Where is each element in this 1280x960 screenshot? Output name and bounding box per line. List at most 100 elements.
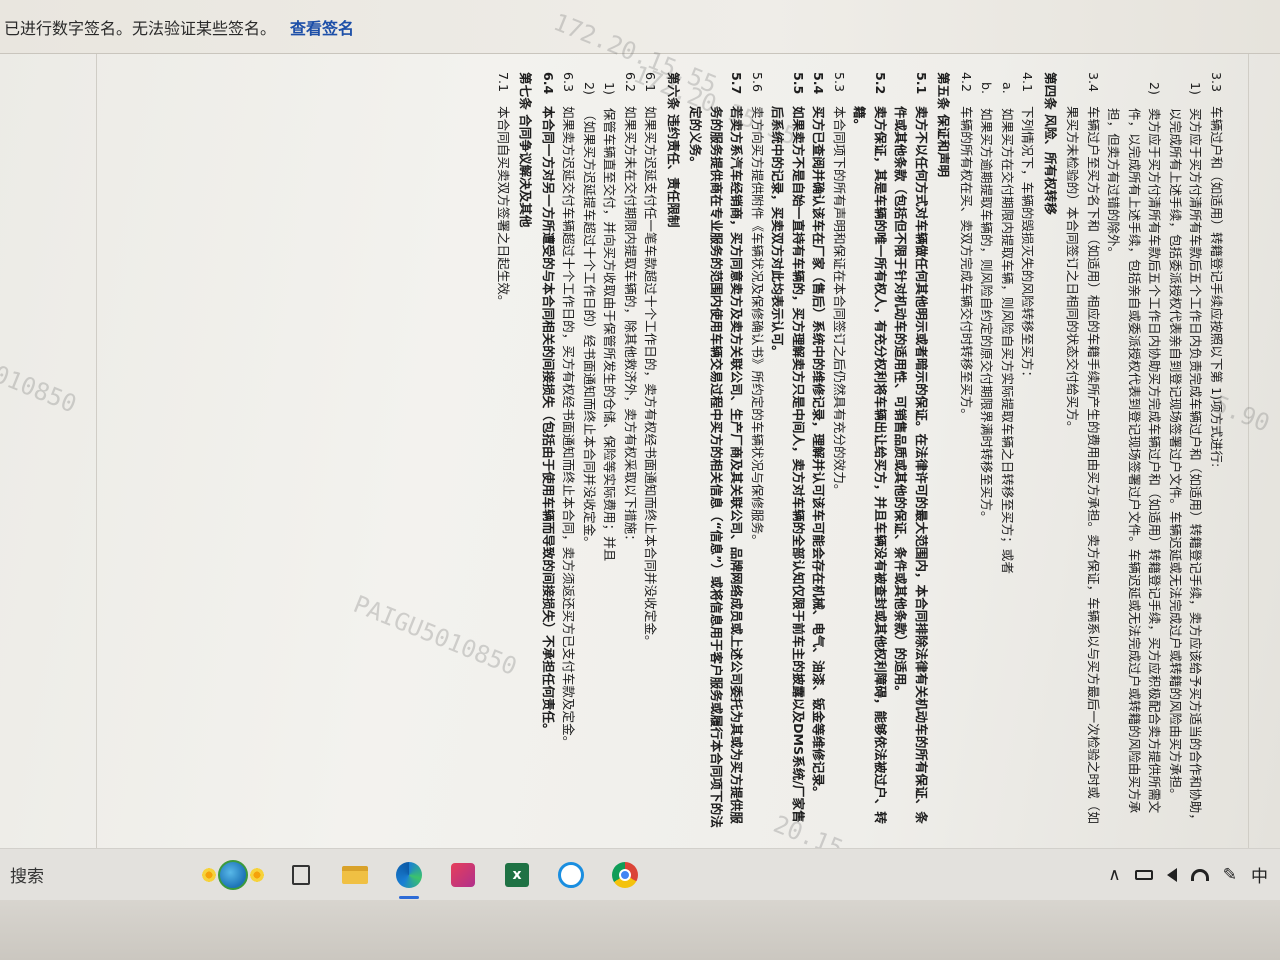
clause-text: 卖方保证，其是车辆的唯一所有权人，有充分权利将车辆出让给买方，并且车辆没有被查封… — [852, 106, 889, 824]
task-view-button[interactable] — [274, 849, 328, 901]
clause-text: 若卖方系汽车经销商，买方同意卖方及卖方关联公司、生产厂商及其关联公司、品牌网络成… — [688, 106, 745, 828]
chrome-icon — [612, 861, 638, 888]
monitor-bezel — [0, 900, 1280, 960]
clause-number: 4.2 — [959, 72, 974, 93]
excel-icon: x — [505, 862, 529, 887]
clause-number: b. — [979, 82, 995, 94]
page-left-edge — [96, 54, 97, 850]
clause: 5.7 若卖方系汽车经销商，买方同意卖方及卖方关联公司、生产厂商及其关联公司、品牌… — [685, 72, 747, 832]
battery-icon[interactable] — [1134, 869, 1153, 880]
snipping-tool-button[interactable] — [436, 849, 490, 901]
clause-text: 下列情况下，车辆的毁损灭失的风险转移至买方： — [1020, 106, 1036, 384]
system-tray: ∧ ✎ 中 — [1108, 862, 1280, 888]
clause: 5.4 买方已查阅并确认该车在厂家（售后）系统中的维修记录，理解并认可该车可能会存… — [808, 72, 829, 832]
clause-text: 如果卖方不是自始一直持有车辆的，买方理解卖方只是中间人，卖方对车辆的全部认知仅限… — [770, 106, 807, 823]
clause-number: 5.3 — [832, 72, 847, 93]
clause: 5.1 卖方不以任何方式对车辆做任何其他明示或者暗示的保证。在法律许可的最大范围内… — [890, 72, 931, 832]
clause: 4.2 车辆的所有权在买、卖双方完成车辆交付时转移至买方。 — [956, 72, 977, 832]
clause-number: 5.4 — [811, 72, 827, 95]
watermark: 010850 — [0, 360, 81, 419]
clause: 3.3 车辆过户和（如适用）转籍登记手续应按照以下第 1)项方式进行: — [1206, 72, 1227, 832]
clause: b. 如果买方逾期提取车辆的，则风险自约定的原交付期限界满时转移至买方。 — [976, 72, 997, 832]
section-heading: 第五条 保证和声明 — [936, 72, 952, 178]
clause-number: 5.5 — [791, 72, 806, 95]
clause-number: 5.1 — [914, 72, 929, 95]
clause-text: 保管车辆直至交付，并向买方收取由于保管所发生的仓储、保险等实际费用；并且 — [602, 108, 618, 562]
edge-button[interactable] — [382, 849, 436, 901]
screen: 已进行数字签名。无法验证某些签名。 查看签名 3.3 车辆过户和（如适用）转籍登记… — [0, 0, 1280, 850]
signature-message: 已进行数字签名。无法验证某些签名。 — [4, 18, 277, 38]
document-page: 3.3 车辆过户和（如适用）转籍登记手续应按照以下第 1)项方式进行: 1) 买方应于… — [110, 62, 1230, 842]
clause: 4.1 下列情况下，车辆的毁损灭失的风险转移至买方： — [1017, 72, 1038, 832]
document-viewport[interactable]: 3.3 车辆过户和（如适用）转籍登记手续应按照以下第 1)项方式进行: 1) 买方应于… — [110, 62, 1230, 842]
clause-text: 买方应于买方付清所有车款后五个工作日内负责完成车辆过户和（如适用）转籍登记手续，… — [1168, 108, 1204, 826]
clause: 5.5 如果卖方不是自始一直持有车辆的，买方理解卖方只是中间人，卖方对车辆的全部认… — [767, 72, 808, 832]
clause-number: 2) — [582, 82, 597, 95]
clause: 2) 卖方应于买方付清所有车款后五个工作日内协助买方完成车辆过户和（如适用）转籍登… — [1103, 72, 1165, 832]
search-highlight-icon[interactable] — [192, 855, 274, 895]
folder-icon — [342, 865, 368, 884]
taskbar: 搜索 x ∧ ✎ 中 — [0, 848, 1280, 900]
clause: 6.1 如果买方迟延支付任一笔车款超过十个工作日的，卖方有权经书面通知而终止本合同… — [640, 72, 661, 832]
clause-number: 5.2 — [873, 72, 888, 95]
task-view-icon — [292, 864, 310, 885]
clause-number: 4.1 — [1020, 72, 1036, 93]
clause-text: 卖方不以任何方式对车辆做任何其他明示或者暗示的保证。在法律许可的最大范围内，本合… — [893, 106, 930, 824]
clause: 7.1 本合同自买卖双方签署之日起生效。 — [493, 72, 514, 832]
clause-number: 5.6 — [750, 72, 765, 93]
section-heading: 第六条 违约责任、责任限制 — [666, 72, 681, 228]
clause-text: 本合同项下的所有声明和保证在本合同签订之后仍然具有充分的效力。 — [832, 106, 847, 497]
excel-button[interactable]: x — [490, 849, 544, 901]
clause: 5.3 本合同项下的所有声明和保证在本合同签订之后仍然具有充分的效力。 — [829, 72, 850, 832]
speaker-icon[interactable] — [1166, 867, 1177, 882]
clause-text: 卖方应于买方付清所有车款后五个工作日内协助买方完成车辆过户和（如适用）转籍登记手… — [1106, 108, 1163, 814]
clause-text: 车辆过户至买方名下和（如适用）相应的车籍手续所产生的费用由买方承担。卖方保证，车… — [1065, 106, 1102, 824]
clause-number: a. — [1000, 82, 1015, 94]
clause-number: 3.3 — [1209, 72, 1224, 93]
clause: a. 如果买方在交付期限内提取车辆，则风险自买方实际提取车辆之日转移至买方；或者 — [997, 72, 1018, 832]
pen-icon[interactable]: ✎ — [1223, 865, 1237, 885]
clause: 3.4 车辆过户至买方名下和（如适用）相应的车籍手续所产生的费用由买方承担。卖方保… — [1062, 72, 1103, 832]
clause: 5.6 卖方向买方提供附件《车辆状况及保修确认书》所约定的车辆状况与保修服务。 — [747, 72, 768, 832]
clause-text: 如果买方未在交付期限内提取车辆的，除其他救济外，卖方有权采取以下措施： — [623, 106, 638, 547]
clause-text: 买方已查阅并确认该车在厂家（售后）系统中的维修记录，理解并认可该车可能会存在机械… — [811, 106, 827, 799]
clause-number: 3.4 — [1086, 72, 1101, 93]
taskbar-search[interactable]: 搜索 — [0, 849, 190, 901]
search-label: 搜索 — [10, 867, 44, 887]
globe-icon — [218, 859, 248, 890]
clause-number: 1) — [1188, 82, 1204, 95]
qq-icon — [558, 861, 584, 888]
clause: 2) （如果买方迟延提车超过十个工作日的）经书面通知而终止本合同并没收定金。 — [579, 72, 600, 832]
clause-text: 如果买方逾期提取车辆的，则风险自约定的原交付期限界满时转移至买方。 — [979, 108, 995, 524]
wifi-icon[interactable] — [1190, 868, 1209, 881]
view-signature-link[interactable]: 查看签名 — [290, 15, 354, 39]
scissors-icon — [451, 862, 475, 887]
show-hidden-icons-chevron-icon[interactable]: ∧ — [1108, 865, 1120, 885]
clause-number: 1) — [602, 82, 618, 95]
page-right-edge — [1248, 54, 1249, 850]
clause: 6.3 如果卖方迟延交付车辆超过十个工作日的，买方有权经书面通知而终止本合同，卖方… — [558, 72, 579, 832]
edge-icon — [396, 861, 422, 888]
clause: 1) 买方应于买方付清所有车款后五个工作日内负责完成车辆过户和（如适用）转籍登记手… — [1165, 72, 1206, 832]
clause: 1) 保管车辆直至交付，并向买方收取由于保管所发生的仓储、保险等实际费用；并且 — [599, 72, 620, 832]
clause-text: 如果卖方迟延交付车辆超过十个工作日的，买方有权经书面通知而终止本合同，卖方须返还… — [561, 106, 577, 749]
clause: 6.2 如果买方未在交付期限内提取车辆的，除其他救济外，卖方有权采取以下措施： — [620, 72, 641, 832]
clause-text: 车辆的所有权在买、卖双方完成车辆交付时转移至买方。 — [959, 106, 974, 421]
section-heading: 第四条 风险、所有权转移 — [1043, 72, 1058, 215]
input-method-indicator[interactable]: 中 — [1251, 862, 1268, 887]
chrome-button[interactable] — [598, 849, 652, 901]
flower-icon — [249, 866, 265, 883]
clause-number: 2) — [1147, 82, 1163, 95]
clause-text: （如果买方迟延提车超过十个工作日的）经书面通知而终止本合同并没收定金。 — [582, 108, 597, 549]
file-explorer-button[interactable] — [328, 849, 382, 901]
clause: 6.4 本合同一方对另一方所遭受的与本合同相关的间接损失（包括由于使用车辆而导致的… — [538, 72, 559, 832]
clause-text: 车辆过户和（如适用）转籍登记手续应按照以下第 1)项方式进行: — [1209, 106, 1224, 468]
clause-text: 本合同自买卖双方签署之日起生效。 — [496, 106, 511, 308]
section-heading: 第七条 合同争议解决及其他 — [518, 72, 534, 228]
clause-text: 如果买方在交付期限内提取车辆，则风险自买方实际提取车辆之日转移至买方；或者 — [1000, 108, 1015, 574]
clause-text: 本合同一方对另一方所遭受的与本合同相关的间接损失（包括由于使用车辆而导致的间接损… — [541, 106, 556, 736]
clause-number: 6.4 — [541, 72, 556, 95]
qq-button[interactable] — [544, 849, 598, 901]
flower-icon — [201, 866, 217, 883]
clause-text: 如果买方迟延支付任一笔车款超过十个工作日的，卖方有权经书面通知而终止本合同并没收… — [643, 106, 659, 648]
